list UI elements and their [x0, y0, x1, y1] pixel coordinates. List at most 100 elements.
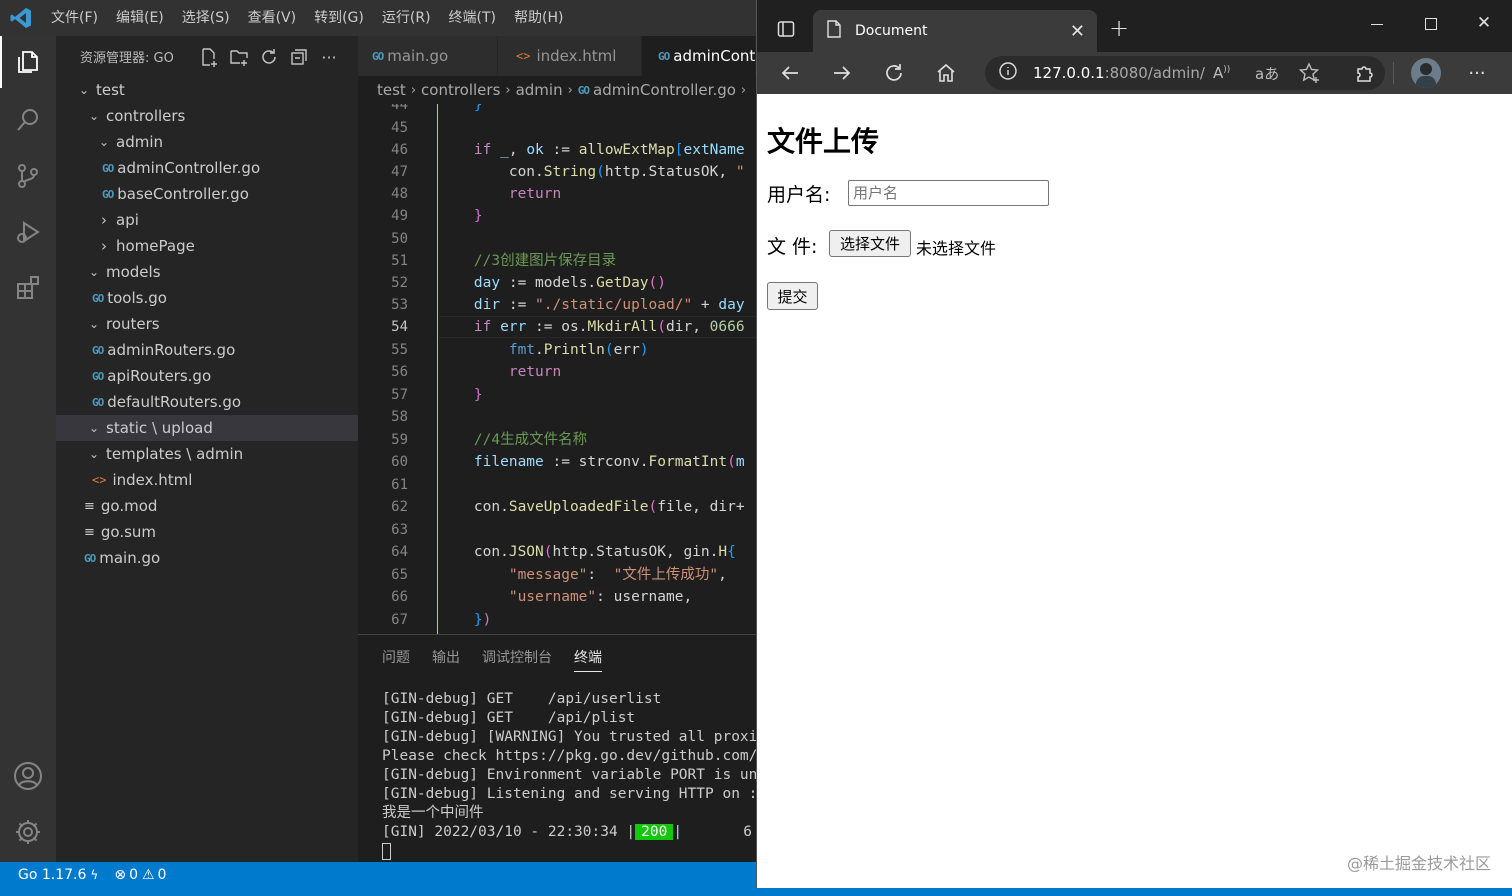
- line-number: 49: [391, 208, 408, 224]
- tree-folder[interactable]: ⌄ test: [56, 77, 358, 103]
- tree-file[interactable]: GO main.go: [56, 545, 358, 571]
- web-page: 文件上传 用户名: 文 件: 选择文件 未选择文件 提交 @稀土掘金技术社区: [757, 94, 1512, 888]
- tree-file[interactable]: GO adminRouters.go: [56, 337, 358, 363]
- tab-label: index.html: [536, 47, 617, 65]
- new-folder-icon[interactable]: [228, 46, 250, 68]
- line-number: 62: [391, 499, 408, 515]
- menu-run[interactable]: 运行(R): [373, 0, 440, 36]
- tab-output[interactable]: 输出: [432, 643, 460, 671]
- go-version[interactable]: Go 1.17.6: [18, 867, 86, 883]
- home-icon[interactable]: [933, 60, 959, 86]
- tree-folder[interactable]: › api: [56, 207, 358, 233]
- terminal-line: Please check https://pkg.go.dev/github.c…: [382, 748, 758, 764]
- add-favorite-icon[interactable]: [1298, 62, 1321, 88]
- tree-folder[interactable]: ⌄ templates \ admin: [56, 441, 358, 467]
- menu-terminal[interactable]: 终端(T): [440, 0, 505, 36]
- tree-folder[interactable]: ⌄ routers: [56, 311, 358, 337]
- forward-icon[interactable]: [829, 60, 855, 86]
- go-file-icon: GO: [92, 343, 104, 357]
- translate-icon[interactable]: aあ: [1255, 63, 1279, 84]
- tab-main-go[interactable]: GO main.go: [358, 36, 498, 76]
- new-file-icon[interactable]: [198, 46, 220, 68]
- choose-file-button[interactable]: 选择文件: [829, 230, 911, 257]
- error-icon[interactable]: ⊗: [114, 867, 126, 883]
- maximize-icon[interactable]: [1421, 14, 1441, 34]
- more-actions-icon[interactable]: ···: [318, 46, 340, 68]
- collapse-all-icon[interactable]: [288, 46, 310, 68]
- address-bar[interactable]: 127.0.0.1:8080/admin/ A)) aあ: [985, 56, 1385, 90]
- menu-go[interactable]: 转到(G): [305, 0, 373, 36]
- tree-folder[interactable]: ⌄ models: [56, 259, 358, 285]
- chevron-down-icon: ⌄: [88, 109, 100, 123]
- tab-index-html[interactable]: <> index.html: [498, 36, 642, 76]
- back-icon[interactable]: [777, 60, 803, 86]
- close-tab-icon[interactable]: ✕: [1070, 21, 1085, 42]
- tree-folder[interactable]: ⌄ controllers: [56, 103, 358, 129]
- account-icon[interactable]: [0, 750, 56, 802]
- close-window-icon[interactable]: ✕: [1473, 12, 1495, 34]
- tree-file[interactable]: GO adminController.go: [56, 155, 358, 181]
- tree-file[interactable]: ≡ go.sum: [56, 519, 358, 545]
- line-number: 52: [391, 275, 408, 291]
- submit-button[interactable]: 提交: [767, 282, 818, 310]
- tree-file[interactable]: GO apiRouters.go: [56, 363, 358, 389]
- code-line: if err := os.MkdirAll(dir, 0666: [473, 319, 745, 335]
- go-file-icon: GO: [577, 83, 590, 97]
- new-tab-icon[interactable]: +: [1107, 14, 1131, 42]
- menu-selection[interactable]: 选择(S): [173, 0, 239, 36]
- avatar[interactable]: [1411, 58, 1441, 88]
- menu-edit[interactable]: 编辑(E): [107, 0, 173, 36]
- tab-debug-console[interactable]: 调试控制台: [482, 643, 552, 671]
- tree-folder[interactable]: › homePage: [56, 233, 358, 259]
- menu-view[interactable]: 查看(V): [239, 0, 306, 36]
- tree-item-label: admin: [116, 133, 163, 151]
- settings-gear-icon[interactable]: [0, 806, 56, 858]
- explorer-icon[interactable]: [0, 36, 56, 88]
- tree-folder[interactable]: ⌄ admin: [56, 129, 358, 155]
- browser-tab[interactable]: Document ✕: [813, 10, 1097, 52]
- tab-problems[interactable]: 问题: [382, 643, 410, 671]
- tree-file[interactable]: GO tools.go: [56, 285, 358, 311]
- site-info-icon[interactable]: [999, 62, 1017, 84]
- tree-file[interactable]: ≡ go.mod: [56, 493, 358, 519]
- menu-help[interactable]: 帮助(H): [505, 0, 572, 36]
- tree-item-label: go.sum: [100, 523, 157, 541]
- line-number: 44: [391, 104, 408, 113]
- warning-icon[interactable]: ⚠: [142, 867, 155, 883]
- code-line: con.SaveUploadedFile(file, dir+: [439, 499, 745, 515]
- warning-count[interactable]: 0: [158, 867, 167, 883]
- go-file-icon: GO: [84, 551, 96, 565]
- code-editor[interactable]: 44 45 46 47 48 49 50 51 52 53 54 55 56 57 58 59 60 61 62 63…: [358, 104, 756, 634]
- error-count[interactable]: 0: [129, 867, 138, 883]
- reload-icon[interactable]: [881, 60, 907, 86]
- breadcrumb-item[interactable]: controllers: [421, 81, 500, 99]
- more-menu-icon[interactable]: ···: [1465, 61, 1489, 85]
- tab-terminal[interactable]: 终端: [574, 643, 602, 672]
- menu-file[interactable]: 文件(F): [42, 0, 107, 36]
- go-file-icon: GO: [658, 49, 670, 63]
- extensions-icon[interactable]: [0, 262, 56, 314]
- line-number: 51: [391, 253, 408, 269]
- read-aloud-icon[interactable]: A)): [1213, 64, 1230, 82]
- tree-folder[interactable]: ⌄ static \ upload: [56, 415, 358, 441]
- vscode-logo-icon: [10, 7, 32, 29]
- run-debug-icon[interactable]: [0, 206, 56, 258]
- code-line: //3创建图片保存目录: [473, 253, 617, 269]
- tree-file[interactable]: <> index.html: [56, 467, 358, 493]
- tab-admin-controller[interactable]: GO adminCont: [642, 36, 756, 76]
- minimize-icon[interactable]: [1367, 14, 1387, 34]
- line-number: 56: [391, 364, 408, 380]
- tree-file[interactable]: GO defaultRouters.go: [56, 389, 358, 415]
- line-number: 63: [391, 522, 408, 538]
- search-icon[interactable]: [0, 94, 56, 146]
- breadcrumb-item[interactable]: test: [377, 81, 406, 99]
- breadcrumb-item[interactable]: adminController.go: [593, 81, 736, 99]
- tab-label: adminCont: [673, 47, 756, 65]
- breadcrumb-item[interactable]: admin: [516, 81, 563, 99]
- extensions-puzzle-icon[interactable]: [1353, 61, 1377, 85]
- tree-file[interactable]: GO baseController.go: [56, 181, 358, 207]
- username-input[interactable]: [848, 180, 1049, 206]
- refresh-icon[interactable]: [258, 46, 280, 68]
- tab-actions-icon[interactable]: [775, 18, 797, 40]
- source-control-icon[interactable]: [0, 150, 56, 202]
